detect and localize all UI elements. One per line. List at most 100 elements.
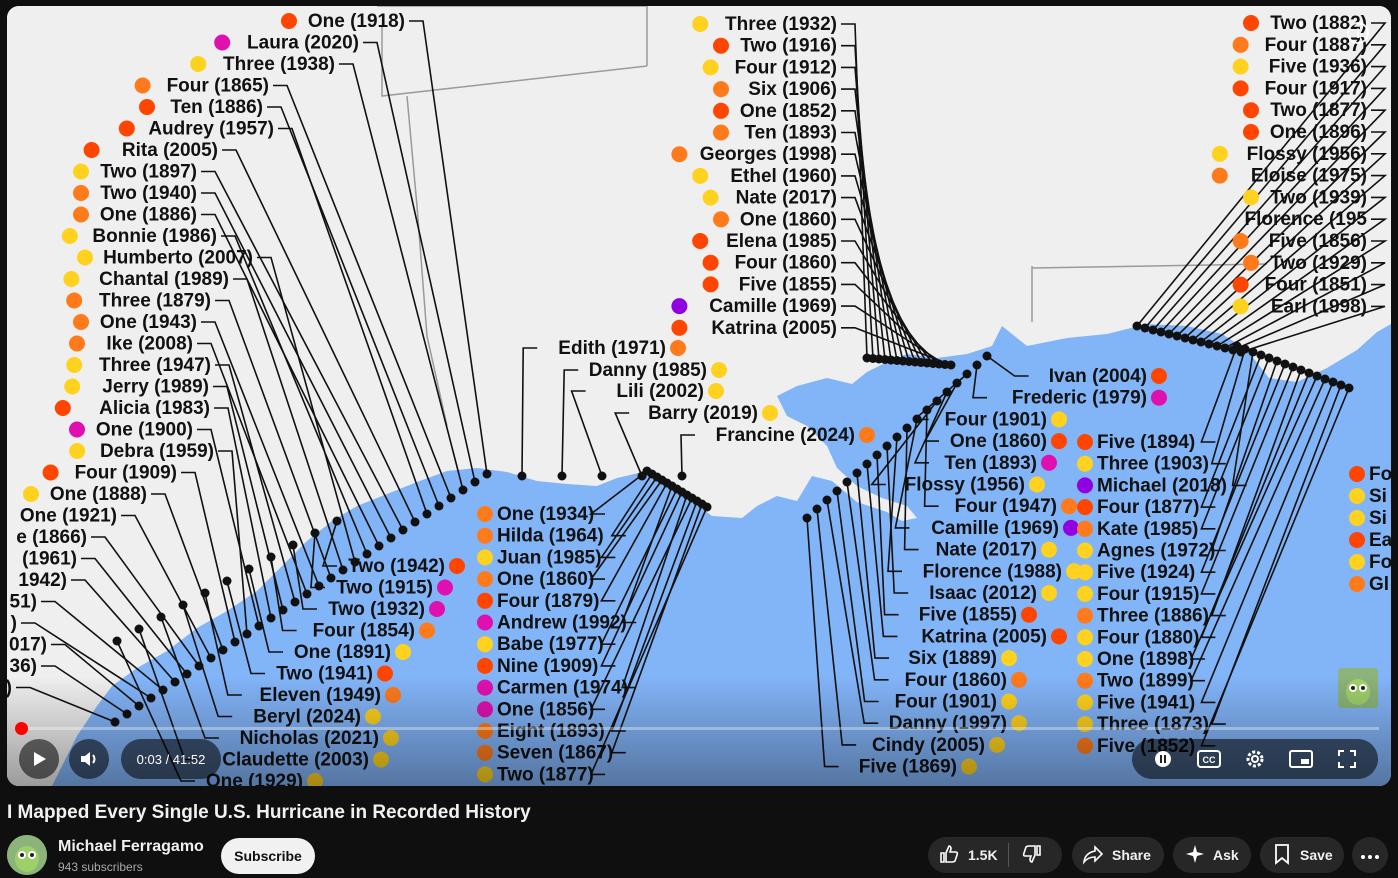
share-label: Share	[1112, 847, 1151, 863]
category-dot	[702, 59, 719, 76]
channel-name[interactable]: Michael Ferragamo	[58, 838, 204, 856]
category-dot	[1041, 454, 1057, 471]
dislike-button[interactable]	[1009, 837, 1055, 873]
miniplayer-icon[interactable]	[1289, 747, 1313, 771]
channel-watermark[interactable]	[1338, 668, 1378, 708]
category-dot	[1151, 389, 1167, 406]
ask-button[interactable]: Ask	[1173, 837, 1251, 873]
coast-point	[302, 589, 312, 599]
storm-label-text: Four (1917)	[1265, 78, 1367, 99]
storm-label-text: Kate (1985)	[1097, 519, 1198, 540]
storm-label-text: Ike (2008)	[106, 334, 193, 355]
coast-point	[812, 504, 822, 514]
gear-icon[interactable]	[1243, 747, 1267, 771]
coast-point	[912, 414, 922, 424]
coast-point	[1288, 362, 1298, 372]
category-dot	[1077, 542, 1093, 559]
storm-label-text: Five (1936)	[1269, 57, 1367, 78]
category-dot	[373, 751, 389, 768]
category-dot	[1077, 672, 1093, 689]
captions-icon[interactable]: CC	[1197, 747, 1221, 771]
category-dot	[702, 276, 719, 293]
storm-label-text: Two (1877)	[1270, 100, 1367, 121]
storm-label-text: Five (1894)	[1097, 432, 1195, 453]
storm-label-text: Eight (1893)	[497, 721, 605, 742]
storm-label-text: Four (1879)	[497, 591, 599, 612]
coast-point	[677, 471, 687, 481]
storm-label-text: Two (1941)	[276, 664, 373, 685]
coast-point	[230, 637, 240, 647]
category-dot	[1232, 276, 1249, 293]
fullscreen-icon[interactable]	[1335, 747, 1359, 771]
ask-label: Ask	[1213, 847, 1239, 863]
storm-label-text: Two (1897)	[100, 162, 197, 183]
storm-label-text: Hilda (1964)	[497, 526, 604, 547]
pause-icon[interactable]	[1151, 747, 1175, 771]
play-button[interactable]	[19, 739, 59, 779]
coast-point	[290, 597, 300, 607]
like-button[interactable]: 1.5K	[928, 837, 1008, 873]
category-dot	[73, 314, 89, 330]
storm-label-text: 51)	[10, 592, 37, 613]
category-dot	[671, 146, 688, 163]
category-dot	[42, 464, 59, 481]
thumbs-up-icon	[938, 843, 960, 868]
category-dot	[1211, 145, 1228, 162]
category-dot	[989, 736, 1005, 753]
coast-point	[1280, 359, 1290, 369]
storm-label-text: Four (1901)	[895, 692, 997, 713]
coast-point	[962, 369, 972, 379]
storm-label-text: Three (1879)	[99, 291, 211, 312]
storm-label-text: One (1929)	[206, 771, 303, 786]
storm-label-text: Flossy (1956)	[905, 475, 1025, 496]
avatar[interactable]	[7, 835, 47, 875]
category-dot	[713, 102, 729, 119]
coast-point	[242, 629, 252, 639]
sparkle-icon	[1185, 844, 1205, 867]
category-dot	[1051, 433, 1067, 450]
category-dot	[692, 167, 709, 184]
subscribe-button[interactable]: Subscribe	[221, 838, 315, 874]
category-dot	[64, 378, 81, 395]
info-icon[interactable]: i	[1347, 22, 1369, 44]
category-dot	[1349, 466, 1365, 482]
storm-label-text: Danny (1997)	[889, 713, 1007, 734]
storm-label-text: 1942)	[18, 570, 67, 591]
video-player[interactable]: One (1918) Laura (2020) Three (1938) Four (…	[7, 6, 1391, 786]
category-dot	[1063, 519, 1079, 536]
storm-label-text: Four (1854)	[313, 621, 415, 642]
category-dot	[692, 16, 709, 32]
coast-point	[146, 693, 156, 703]
more-actions-button[interactable]	[1352, 837, 1388, 873]
storm-label-text: Edith (1971)	[558, 338, 666, 359]
category-dot	[1021, 606, 1037, 623]
category-dot	[1001, 693, 1017, 710]
category-dot	[429, 601, 445, 617]
category-dot	[83, 142, 100, 158]
coast-point	[182, 669, 192, 679]
thumbs-down-icon	[1021, 843, 1043, 868]
category-dot	[713, 211, 729, 228]
storm-label-text: Nate (2017)	[936, 540, 1037, 561]
storm-label-text: Four (1947)	[955, 496, 1057, 517]
coast-point	[470, 477, 480, 487]
progress-bar[interactable]	[15, 722, 1379, 735]
coast-point	[1236, 347, 1246, 357]
category-dot	[477, 744, 493, 761]
storm-label-text: Barry (2019)	[648, 403, 758, 424]
volume-button[interactable]	[69, 739, 109, 779]
storm-label-text: Five (1855)	[919, 605, 1017, 626]
category-dot	[437, 579, 453, 596]
storm-label-text: Five (1924)	[1097, 562, 1195, 583]
storm-label-text: Fo	[1369, 464, 1391, 485]
coast-point	[244, 564, 254, 574]
storm-label-text: Ten (1886)	[170, 97, 263, 118]
share-button[interactable]: Share	[1072, 837, 1164, 873]
category-dot	[1151, 368, 1167, 384]
progress-scrubber[interactable]	[15, 722, 28, 735]
coast-point	[832, 486, 842, 496]
storm-label-text: One (1888)	[50, 484, 147, 505]
category-dot	[63, 271, 80, 287]
save-button[interactable]: Save	[1260, 837, 1344, 873]
storm-label-text: One (1856)	[497, 699, 594, 720]
